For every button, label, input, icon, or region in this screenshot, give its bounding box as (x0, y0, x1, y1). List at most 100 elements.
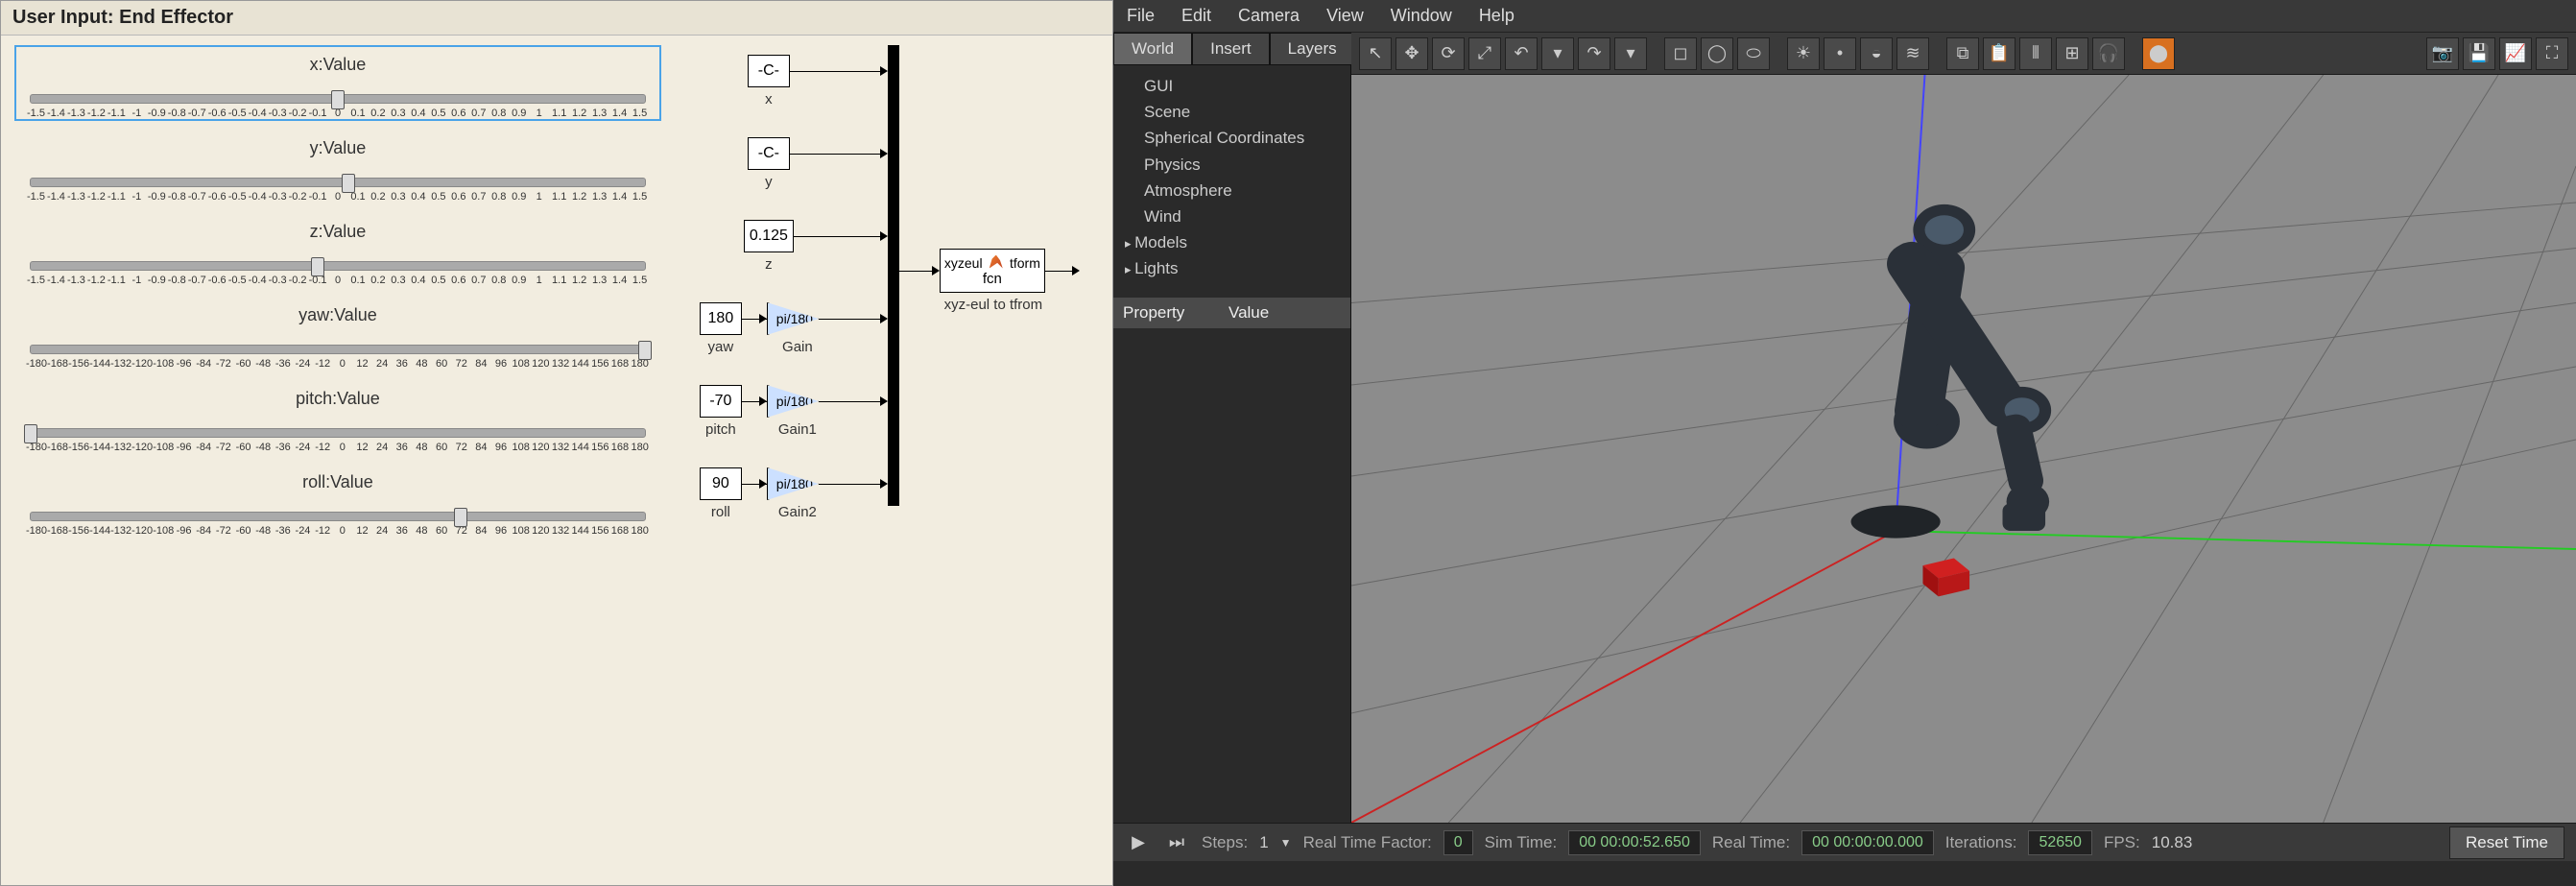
arrow-icon (1072, 266, 1080, 275)
slider-pitch[interactable]: pitch:Value-180-168-156-144-132-120-108-… (14, 379, 661, 455)
slider-thumb[interactable] (342, 174, 355, 193)
scale-icon[interactable]: ⤢ (1468, 37, 1501, 70)
rotate-icon[interactable]: ⟳ (1432, 37, 1465, 70)
status-bar: ▶ ⏭ Steps: 1 ▼ Real Time Factor: 0 Sim T… (1113, 823, 2576, 861)
gain2[interactable]: pi/180 (767, 467, 819, 500)
block-y-label: y (745, 174, 793, 190)
tree-item-physics[interactable]: Physics (1125, 152, 1339, 178)
copy-icon[interactable]: ⧉ (1946, 37, 1979, 70)
tab-layers[interactable]: Layers (1270, 33, 1355, 65)
wire (790, 71, 882, 72)
slider-thumb[interactable] (638, 341, 652, 360)
tree-item-gui[interactable]: GUI (1125, 73, 1339, 99)
block-pitch[interactable]: -70 (700, 385, 742, 418)
cylinder-icon[interactable]: ⬭ (1737, 37, 1770, 70)
spot-icon[interactable]: ◒ (1860, 37, 1893, 70)
slider-thumb[interactable] (454, 508, 467, 527)
arrow-icon (759, 479, 767, 489)
snap-icon[interactable]: ⊞ (2056, 37, 2088, 70)
axis-x (1351, 531, 1896, 823)
slider-z[interactable]: z:Value-1.5-1.4-1.3-1.2-1.1-1-0.9-0.8-0.… (14, 212, 661, 288)
block-yaw[interactable]: 180 (700, 302, 742, 335)
block-z[interactable]: 0.125 (744, 220, 794, 252)
slider-ticks: -180-168-156-144-132-120-108-96-84-72-60… (26, 525, 650, 537)
slider-thumb[interactable] (24, 424, 37, 443)
menu-view[interactable]: View (1313, 0, 1377, 32)
step-button[interactable]: ⏭ (1163, 829, 1190, 856)
dropdown-icon[interactable]: ▾ (1541, 37, 1574, 70)
block-roll[interactable]: 90 (700, 467, 742, 500)
slider-y[interactable]: y:Value -1.5-1.4-1.3-1.2-1.1-1-0.9-0.8-0.… (14, 129, 661, 204)
slider-yaw[interactable]: yaw:Value-180-168-156-144-132-120-108-96… (14, 296, 661, 371)
point-icon[interactable]: • (1824, 37, 1856, 70)
tab-insert[interactable]: Insert (1192, 33, 1270, 65)
menu-file[interactable]: File (1113, 0, 1168, 32)
undo-icon[interactable]: ↶ (1505, 37, 1538, 70)
align-icon[interactable]: ⫴ (2019, 37, 2052, 70)
fcn-block[interactable]: xyzeul tform fcn (940, 249, 1045, 293)
sun-icon[interactable]: ☀ (1787, 37, 1820, 70)
slider-track[interactable] (30, 261, 646, 271)
menu-camera[interactable]: Camera (1225, 0, 1313, 32)
menu-help[interactable]: Help (1466, 0, 1528, 32)
slider-x[interactable]: x:Value-1.5-1.4-1.3-1.2-1.1-1-0.9-0.8-0.… (14, 45, 661, 121)
slider-track[interactable] (30, 428, 646, 438)
paste-icon[interactable]: 📋 (1983, 37, 2015, 70)
play-button[interactable]: ▶ (1125, 829, 1152, 856)
slider-thumb[interactable] (331, 90, 345, 109)
iter-value: 52650 (2028, 830, 2092, 855)
slider-roll[interactable]: roll:Value-180-168-156-144-132-120-108-9… (14, 463, 661, 539)
slider-track[interactable] (30, 94, 646, 104)
slider-track[interactable] (30, 178, 646, 187)
record-icon[interactable]: ⬤ (2142, 37, 2175, 70)
slider-label: y:Value (22, 138, 654, 158)
slider-thumb[interactable] (311, 257, 324, 276)
tree-item-wind[interactable]: Wind (1125, 204, 1339, 229)
slider-track[interactable] (30, 512, 646, 521)
tree-item-spherical-coordinates[interactable]: Spherical Coordinates (1125, 125, 1339, 151)
cube-icon[interactable]: ◻ (1664, 37, 1697, 70)
redo-icon[interactable]: ↷ (1578, 37, 1610, 70)
menu-window[interactable]: Window (1377, 0, 1466, 32)
gain0[interactable]: pi/180 (767, 302, 819, 335)
simtime-label: Sim Time: (1485, 833, 1558, 852)
footer-strip (1113, 861, 2576, 886)
camera-icon[interactable]: 📷 (2426, 37, 2459, 70)
dropdown-icon[interactable]: ▾ (1614, 37, 1647, 70)
steps-label: Steps: (1202, 833, 1248, 852)
reset-time-button[interactable]: Reset Time (2449, 826, 2564, 859)
fps-value: 10.83 (2152, 833, 2193, 852)
slider-track[interactable] (30, 345, 646, 354)
rtf-label: Real Time Factor: (1303, 833, 1432, 852)
move-icon[interactable]: ✥ (1395, 37, 1428, 70)
realtime-value: 00 00:00:00.000 (1801, 830, 1934, 855)
viewport-toolbar: ↖✥⟳⤢↶▾↷▾◻◯⬭☀•◒≋⧉📋⫴⊞🎧⬤📷💾📈⛶ (1351, 33, 2576, 75)
tree-item-atmosphere[interactable]: Atmosphere (1125, 178, 1339, 204)
tab-world[interactable]: World (1113, 33, 1192, 65)
gain1[interactable]: pi/180 (767, 385, 819, 418)
chart-icon[interactable]: 📈 (2499, 37, 2532, 70)
waves-icon[interactable]: ≋ (1896, 37, 1929, 70)
tree-item-models[interactable]: Models (1125, 229, 1339, 255)
sphere-icon[interactable]: ◯ (1701, 37, 1733, 70)
slider-ticks: -180-168-156-144-132-120-108-96-84-72-60… (26, 358, 650, 370)
slider-label: pitch:Value (22, 389, 654, 409)
slider-ticks: -1.5-1.4-1.3-1.2-1.1-1-0.9-0.8-0.7-0.6-0… (26, 191, 650, 203)
audio-icon[interactable]: 🎧 (2092, 37, 2125, 70)
side-tabs: WorldInsertLayers (1113, 33, 1350, 65)
cursor-icon[interactable]: ↖ (1359, 37, 1392, 70)
tree-item-lights[interactable]: Lights (1125, 255, 1339, 281)
side-panel: WorldInsertLayers GUISceneSpherical Coor… (1113, 33, 1351, 823)
block-y[interactable]: -C- (748, 137, 790, 170)
block-x[interactable]: -C- (748, 55, 790, 87)
steps-dropdown-icon[interactable]: ▼ (1280, 836, 1292, 850)
menu-edit[interactable]: Edit (1168, 0, 1225, 32)
prop-col1: Property (1123, 303, 1228, 323)
viewport-3d[interactable]: ↖✥⟳⤢↶▾↷▾◻◯⬭☀•◒≋⧉📋⫴⊞🎧⬤📷💾📈⛶ (1351, 33, 2576, 823)
arrow-icon (880, 231, 888, 241)
mux-block[interactable] (888, 45, 899, 506)
fullscreen-icon[interactable]: ⛶ (2536, 37, 2568, 70)
tree-item-scene[interactable]: Scene (1125, 99, 1339, 125)
rtf-value: 0 (1443, 830, 1473, 855)
save-icon[interactable]: 💾 (2463, 37, 2495, 70)
